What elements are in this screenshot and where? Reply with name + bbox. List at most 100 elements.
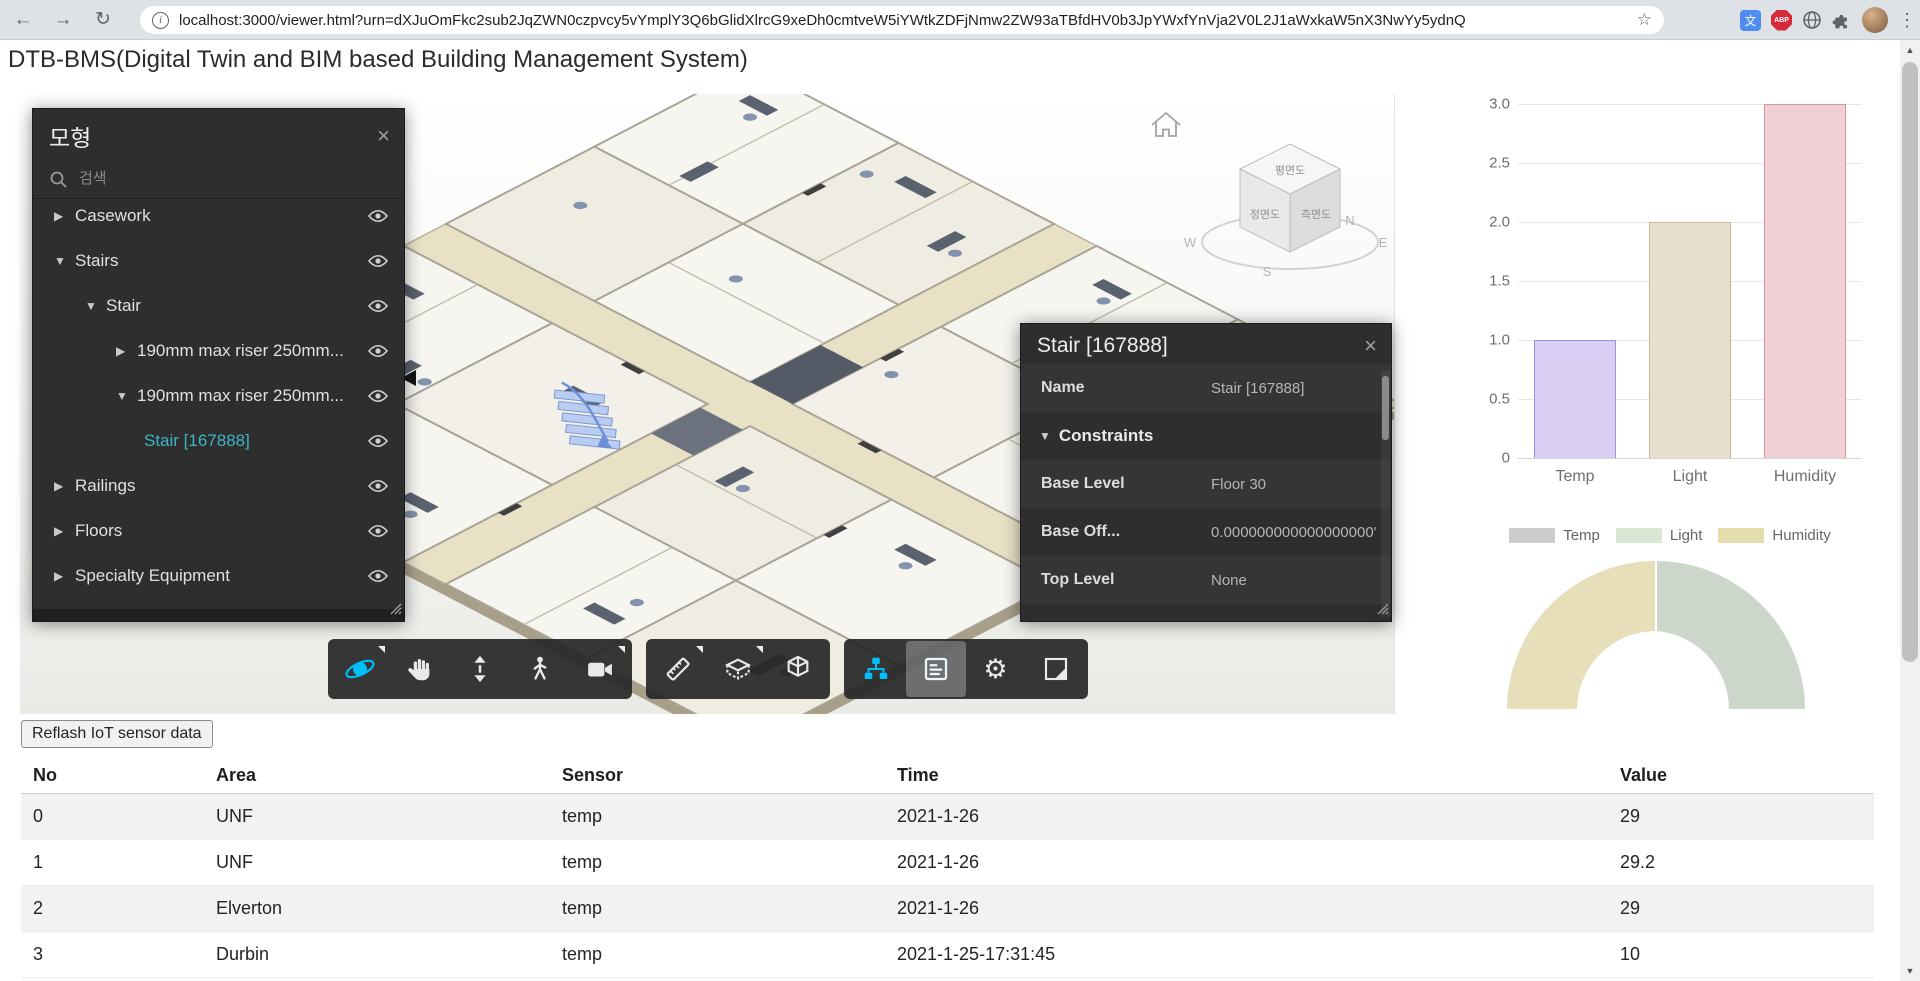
iot-sensor-table: No Area Sensor Time Value 0 UNF temp 202… [21, 758, 1874, 978]
first-person-tool-button[interactable] [510, 641, 570, 697]
tree-item-floors[interactable]: ▶ Floors [33, 508, 404, 553]
compass-east-label: E [1379, 235, 1388, 250]
extensions-row: 文 ABP ⋮ [1740, 0, 1916, 40]
url-text[interactable]: localhost:3000/viewer.html?urn=dXJuOmFkc… [179, 12, 1629, 29]
legend-item-temp[interactable]: Temp [1509, 527, 1600, 544]
property-scrollbar[interactable] [1381, 370, 1390, 617]
translate-extension-icon[interactable]: 文 [1740, 9, 1761, 31]
settings-button[interactable]: ⚙ [966, 641, 1026, 697]
profile-avatar[interactable] [1862, 7, 1888, 33]
close-icon[interactable]: × [1364, 335, 1377, 357]
camera-tool-button[interactable] [570, 641, 630, 697]
back-button[interactable]: ← [6, 3, 40, 37]
page-scrollbar[interactable]: ▲ ▼ [1900, 40, 1920, 981]
table-header-row: No Area Sensor Time Value [21, 758, 1874, 794]
legend-item-humidity[interactable]: Humidity [1718, 527, 1831, 544]
submenu-indicator-icon [695, 646, 703, 653]
visibility-eye-icon[interactable] [368, 524, 388, 538]
browser-menu-icon[interactable]: ⋮ [1898, 10, 1916, 31]
chevron-right-icon[interactable]: ▶ [54, 524, 69, 538]
chevron-down-icon[interactable]: ▼ [54, 254, 69, 268]
tree-item-stair-167888[interactable]: Stair [167888] [33, 418, 404, 463]
browser-chrome: ← → ↻ i localhost:3000/viewer.html?urn=d… [0, 0, 1920, 40]
orbit-tool-button[interactable] [330, 641, 390, 697]
viewer-toolbar: ⚙ [20, 639, 1395, 699]
property-panel: Stair [167888] × Name Stair [167888] ▼ C… [1020, 323, 1392, 622]
table-row: 0 UNF temp 2021-1-26 29 [21, 794, 1874, 840]
y-tick-label: 0 [1501, 449, 1510, 467]
y-tick-label: 2.0 [1489, 213, 1510, 231]
model-browser-button[interactable] [846, 641, 906, 697]
page-title: DTB-BMS(Digital Twin and BIM based Build… [8, 46, 748, 73]
property-row-top-level: Top Level None [1021, 556, 1391, 604]
viewcube[interactable]: 평면도 정면도 측면도 W S N E [1184, 143, 1388, 279]
visibility-eye-icon[interactable] [368, 479, 388, 493]
explode-tool-button[interactable] [768, 641, 828, 697]
column-header-sensor: Sensor [562, 765, 624, 785]
visibility-eye-icon[interactable] [368, 434, 388, 448]
sensor-doughnut-chart [1504, 558, 1808, 711]
chevron-right-icon[interactable]: ▶ [116, 344, 131, 358]
property-panel-header[interactable]: Stair [167888] × [1021, 324, 1391, 364]
scroll-up-icon[interactable]: ▲ [1900, 40, 1920, 60]
compass-north-label: N [1345, 213, 1354, 228]
chevron-right-icon[interactable]: ▶ [54, 479, 69, 493]
submenu-indicator-icon [755, 646, 763, 653]
visibility-eye-icon[interactable] [368, 344, 388, 358]
property-category-constraints[interactable]: ▼ Constraints [1021, 412, 1391, 460]
x-axis-label: Light [1672, 468, 1708, 485]
properties-button[interactable] [905, 641, 966, 697]
url-bar[interactable]: i localhost:3000/viewer.html?urn=dXJuOmF… [140, 6, 1664, 34]
compass-south-label: S [1263, 264, 1272, 279]
tree-item-stair-type-1[interactable]: ▶ 190mm max riser 250mm... [33, 328, 404, 373]
scroll-down-icon[interactable]: ▼ [1900, 961, 1920, 981]
chevron-right-icon[interactable]: ▶ [54, 209, 69, 223]
model-panel-header[interactable]: 모형 × [33, 109, 404, 159]
globe-extension-icon[interactable] [1802, 10, 1822, 30]
measure-tool-button[interactable] [648, 641, 708, 697]
reload-button[interactable]: ↻ [86, 3, 120, 37]
viewcube-side-label: 측면도 [1301, 208, 1331, 221]
property-scrollbar-thumb[interactable] [1382, 376, 1389, 440]
refresh-iot-data-button[interactable]: Reflash IoT sensor data [21, 720, 213, 748]
bar-chart-plot [1518, 104, 1862, 459]
legend-item-light[interactable]: Light [1615, 527, 1702, 544]
visibility-eye-icon[interactable] [368, 569, 388, 583]
gridline [1518, 458, 1862, 459]
resize-grip-icon[interactable] [1377, 602, 1389, 620]
visibility-eye-icon[interactable] [368, 389, 388, 403]
tree-item-railings[interactable]: ▶ Railings [33, 463, 404, 508]
site-info-icon[interactable]: i [152, 11, 169, 29]
tree-item-casework[interactable]: ▶ Casework [33, 193, 404, 238]
forward-button[interactable]: → [46, 3, 80, 37]
chevron-down-icon[interactable]: ▼ [116, 389, 131, 403]
visibility-eye-icon[interactable] [368, 299, 388, 313]
tree-item-specialty-equipment[interactable]: ▶ Specialty Equipment [33, 553, 404, 598]
section-tool-button[interactable] [708, 641, 768, 697]
chevron-right-icon[interactable]: ▶ [54, 569, 69, 583]
tree-item-stair-type-2[interactable]: ▼ 190mm max riser 250mm... [33, 373, 404, 418]
resize-grip-icon[interactable] [390, 602, 402, 620]
bar-temp [1534, 340, 1616, 458]
pan-tool-button[interactable] [390, 641, 450, 697]
visibility-eye-icon[interactable] [368, 254, 388, 268]
chevron-down-icon[interactable]: ▼ [85, 299, 100, 313]
panel-tool-group: ⚙ [843, 639, 1088, 699]
bar-humidity [1764, 104, 1846, 458]
fullscreen-button[interactable] [1026, 641, 1086, 697]
adblock-extension-icon[interactable]: ABP [1771, 9, 1792, 31]
bookmark-star-icon[interactable]: ☆ [1637, 10, 1652, 30]
scrollbar-thumb[interactable] [1902, 62, 1918, 662]
tree-item-stair[interactable]: ▼ Stair [33, 283, 404, 328]
search-input[interactable] [77, 169, 297, 188]
viewcube-front-label: 정면도 [1250, 208, 1280, 221]
zoom-tool-button[interactable] [450, 641, 510, 697]
visibility-eye-icon[interactable] [368, 209, 388, 223]
bar-light [1649, 222, 1731, 458]
doughnut-legend: Temp Light Humidity [1470, 527, 1870, 544]
chevron-down-icon[interactable]: ▼ [1039, 429, 1051, 443]
extensions-puzzle-icon[interactable] [1832, 10, 1852, 30]
close-icon[interactable]: × [377, 125, 390, 147]
home-view-icon[interactable] [1151, 111, 1181, 137]
tree-item-stairs[interactable]: ▼ Stairs [33, 238, 404, 283]
